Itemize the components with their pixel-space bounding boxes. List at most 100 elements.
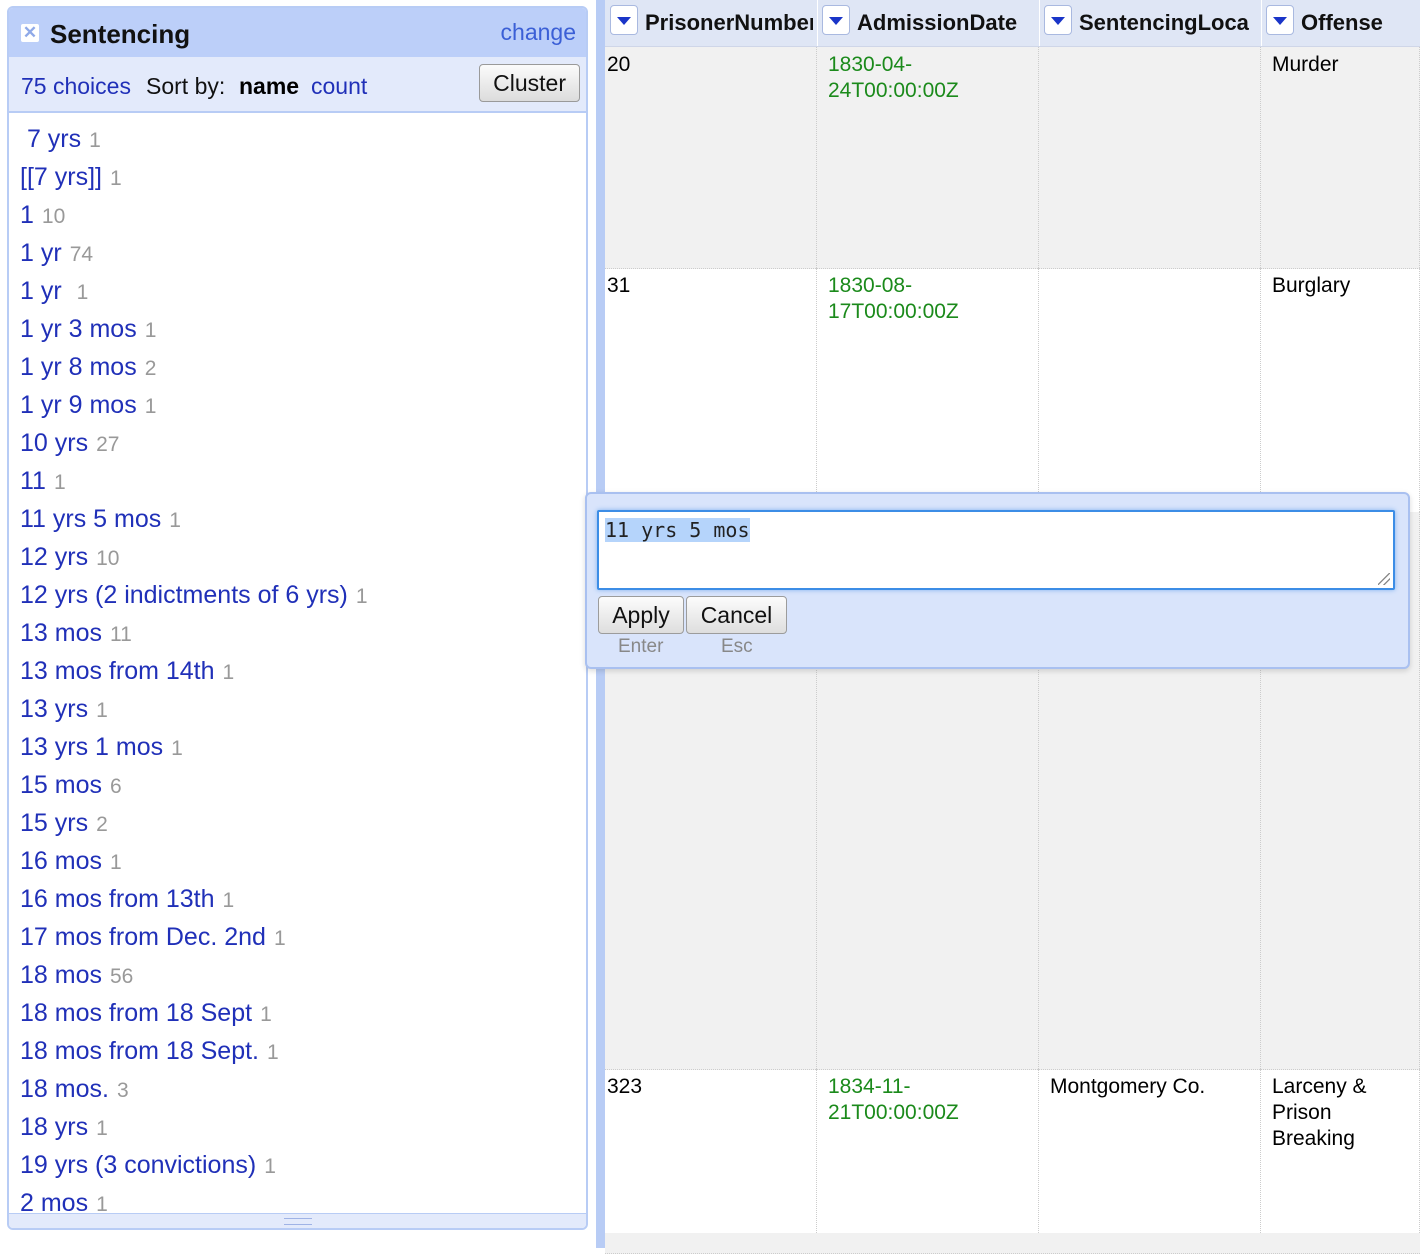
facet-choice-count: 56 [109,965,134,988]
facet-choice-item[interactable]: 13 mos from 14th 1 [20,652,234,690]
column-menu-dropdown-icon[interactable] [610,5,638,35]
column-header-sentencingloca: SentencingLoca [1039,0,1262,46]
facet-choice-label[interactable]: 10 yrs [20,429,88,457]
facet-choice-count: 10 [96,547,120,570]
facet-choice-label[interactable]: 1 yr [20,239,62,267]
facet-choice-item[interactable]: 7 yrs 1 [20,120,101,158]
facet-choice-item[interactable]: 1 yr 3 mos 1 [20,310,156,348]
cell-value-textarea[interactable]: 11 yrs 5 mos [597,510,1395,590]
facet-choice-label[interactable]: 12 yrs [20,543,88,571]
facet-choice-item[interactable]: 1 yr 1 [20,272,88,310]
table-cell-offense[interactable]: Larceny & Prison Breaking [1261,1069,1420,1233]
facet-choice-item[interactable]: [[7 yrs]] 1 [20,158,122,196]
facet-choice-label[interactable]: 12 yrs (2 indictments of 6 yrs) [20,581,348,609]
cancel-shortcut-hint: Esc [721,636,753,657]
facet-choice-item[interactable]: 18 mos. 3 [20,1070,129,1108]
facet-choice-item[interactable]: 11 1 [20,462,66,500]
facet-choice-label[interactable]: 13 yrs [20,695,88,723]
table-cell-sentencingloca[interactable] [1039,268,1261,512]
table-cell-prisonernumber[interactable]: 323 [605,1069,817,1233]
column-header-admissiondate: AdmissionDate [817,0,1040,46]
table-row [605,1233,1420,1254]
facet-choice-item[interactable]: 18 yrs 1 [20,1108,108,1146]
facet-choice-label[interactable]: 2 mos [20,1189,88,1212]
table-cell-admissiondate[interactable]: 1830-08- 17T00:00:00Z [817,268,1039,512]
cluster-button[interactable]: Cluster [479,64,580,102]
table-cell-offense[interactable]: Burglary [1261,268,1420,512]
facet-choice-item[interactable]: 13 yrs 1 mos 1 [20,728,183,766]
facet-choice-label[interactable]: 15 mos [20,771,102,799]
facet-choice-label[interactable]: 13 mos from 14th [20,657,215,685]
facet-choice-count: 1 [355,585,368,608]
facet-choice-label[interactable]: 11 [20,467,46,495]
facet-choice-label[interactable]: 18 mos. [20,1075,109,1103]
facet-choice-item[interactable]: 13 yrs 1 [20,690,108,728]
facet-choice-item[interactable]: 1 10 [20,196,65,234]
facet-choice-label[interactable]: 13 yrs 1 mos [20,733,163,761]
facet-choices-count-link[interactable]: 75 choices [21,73,131,100]
facet-resize-handle[interactable] [9,1213,586,1228]
facet-choice-count: 3 [116,1079,129,1102]
facet-choice-item[interactable]: 10 yrs 27 [20,424,119,462]
facet-choice-label[interactable]: 18 yrs [20,1113,88,1141]
facet-choice-item[interactable]: 2 mos 1 [20,1184,108,1212]
facet-header: ✕ Sentencing change [9,8,586,57]
column-menu-dropdown-icon[interactable] [1044,5,1072,35]
facet-choice-label[interactable]: 17 mos from Dec. 2nd [20,923,266,951]
facet-choice-label[interactable]: 7 yrs [20,125,81,153]
grid-header: PrisonerNumber AdmissionDate SentencingLoc… [605,0,1420,47]
facet-choice-label[interactable]: 15 yrs [20,809,88,837]
close-facet-icon[interactable]: ✕ [21,24,39,42]
facet-choice-count: 1 [171,737,183,760]
facet-choice-label[interactable]: 16 mos from 13th [20,885,215,913]
facet-choice-item[interactable]: 19 yrs (3 convictions) 1 [20,1146,276,1184]
sort-by-name-option[interactable]: name [239,73,299,100]
facet-choice-count: 2 [144,357,157,380]
facet-choice-item[interactable]: 17 mos from Dec. 2nd 1 [20,918,286,956]
sort-by-count-option[interactable]: count [311,73,367,100]
facet-choice-item[interactable]: 16 mos 1 [20,842,122,880]
facet-choice-label[interactable]: 1 yr [20,277,69,305]
apply-button[interactable]: Apply [598,596,684,634]
column-menu-dropdown-icon[interactable] [822,5,850,35]
facet-choice-item[interactable]: 13 mos 11 [20,614,132,652]
facet-choice-item[interactable]: 18 mos 56 [20,956,133,994]
table-cell-admissiondate[interactable]: 1830-04- 24T00:00:00Z [817,47,1039,268]
table-cell-offense[interactable]: Murder [1261,47,1420,268]
table-cell-sentencingloca[interactable] [1039,47,1261,268]
table-cell-admissiondate[interactable]: 1834-11- 21T00:00:00Z [817,1069,1039,1233]
cell-edit-popup: 11 yrs 5 mos Apply Cancel Enter Esc [585,492,1410,669]
facet-change-link[interactable]: change [501,19,576,46]
facet-choice-label[interactable]: 19 yrs (3 convictions) [20,1151,256,1179]
facet-choice-item[interactable]: 15 yrs 2 [20,804,108,842]
table-cell-sentencingloca[interactable]: Montgomery Co. [1039,1069,1261,1233]
facet-choice-item[interactable]: 12 yrs (2 indictments of 6 yrs) 1 [20,576,368,614]
column-menu-dropdown-icon[interactable] [1266,5,1294,35]
facet-choice-item[interactable]: 1 yr 9 mos 1 [20,386,156,424]
table-cell-prisonernumber[interactable]: 31 [605,268,817,512]
facet-choice-label[interactable]: 1 yr 9 mos [20,391,137,419]
facet-choice-label[interactable]: [[7 yrs]] [20,163,102,191]
facet-choice-item[interactable]: 18 mos from 18 Sept. 1 [20,1032,279,1070]
facet-choice-list[interactable]: 7 yrs 1 [[7 yrs]] 1 1 10 1 yr 74 1 yr 11 yr 3 mo… [9,114,586,1212]
facet-choice-item[interactable]: 16 mos from 13th 1 [20,880,234,918]
facet-choice-label[interactable]: 16 mos [20,847,102,875]
facet-choice-label[interactable]: 1 [20,201,34,229]
facet-choice-item[interactable]: 12 yrs 10 [20,538,119,576]
facet-choice-item[interactable]: 15 mos 6 [20,766,122,804]
facet-choice-label[interactable]: 1 yr 3 mos [20,315,137,343]
table-cell-prisonernumber[interactable]: 20 [605,47,817,268]
facet-choice-label[interactable]: 11 yrs 5 mos [20,505,161,533]
facet-choice-label[interactable]: 18 mos from 18 Sept. [20,1037,259,1065]
facet-choice-item[interactable]: 1 yr 8 mos 2 [20,348,156,386]
facet-choice-item[interactable]: 11 yrs 5 mos 1 [20,500,181,538]
facet-choice-label[interactable]: 1 yr 8 mos [20,353,137,381]
resize-grip-icon[interactable] [1378,573,1390,585]
cancel-button[interactable]: Cancel [686,596,787,634]
facet-choice-item[interactable]: 18 mos from 18 Sept 1 [20,994,272,1032]
table-row: 20 1830-04- 24T00:00:00Z Murder [605,47,1420,269]
facet-choice-label[interactable]: 18 mos from 18 Sept [20,999,252,1027]
facet-choice-item[interactable]: 1 yr 74 [20,234,93,272]
facet-choice-label[interactable]: 18 mos [20,961,102,989]
facet-choice-label[interactable]: 13 mos [20,619,102,647]
